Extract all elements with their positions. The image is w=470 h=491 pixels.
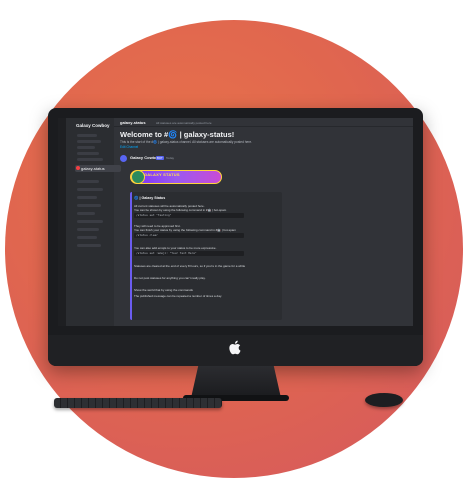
keyboard — [54, 398, 222, 408]
welcome-subtitle: This is the start of the #🌀 | galaxy-sta… — [120, 140, 253, 144]
embed-title: 🌀 | Galaxy Status — [134, 196, 166, 200]
channel-placeholder[interactable] — [77, 228, 99, 231]
channel-placeholder[interactable] — [77, 140, 101, 143]
channel-placeholder[interactable] — [77, 236, 97, 239]
bot-badge: BOT — [156, 155, 164, 160]
mouse — [365, 393, 403, 407]
avatar[interactable] — [120, 155, 127, 162]
embed-line: You can also add emojis to your status t… — [134, 246, 217, 250]
embed-line: Do not post statuses for anything you ca… — [134, 276, 206, 280]
embed-code: /status set :emoji: "Your Text Here" — [134, 251, 244, 256]
planet-icon — [131, 170, 145, 184]
header-topic: All statuses are automatically posted he… — [156, 120, 212, 125]
channel-placeholder[interactable] — [77, 146, 95, 149]
channel-placeholder[interactable] — [77, 188, 103, 191]
message-timestamp: Today — [166, 156, 175, 160]
sidebar-item-label: galaxy-status — [81, 166, 105, 171]
discord-window: Galaxy Cowboy galaxy-status galaxy-statu… — [58, 118, 413, 326]
header-channel-name: galaxy-status — [120, 120, 146, 125]
server-name[interactable]: Galaxy Cowboy — [76, 123, 110, 128]
chat-area: galaxy-status All statuses are automatic… — [114, 118, 413, 326]
embed-line: Show the world that by using the command… — [134, 288, 193, 292]
embed-code: /status set "Testing" — [134, 213, 244, 218]
galaxy-icon — [76, 166, 80, 170]
channel-placeholder[interactable] — [77, 244, 101, 247]
edit-channel-link[interactable]: Edit Channel — [120, 145, 138, 149]
embed-code: /status clear — [134, 233, 244, 238]
embed-footer: The published message can be repeated a … — [134, 294, 222, 298]
embed-line: Statuses are cleared at the end of every… — [134, 264, 246, 268]
channel-placeholder[interactable] — [77, 180, 99, 183]
channel-header: galaxy-status All statuses are automatic… — [114, 118, 413, 127]
server-rail — [58, 118, 66, 326]
channel-placeholder[interactable] — [77, 196, 97, 199]
channel-sidebar: Galaxy Cowboy galaxy-status — [66, 118, 121, 326]
embed-line: You can finish your status by using the … — [134, 228, 236, 232]
channel-placeholder[interactable] — [77, 220, 103, 223]
imac-stand — [191, 366, 281, 398]
channel-placeholder[interactable] — [77, 152, 99, 155]
banner-text: GALAXY STATUS — [144, 172, 180, 177]
channel-placeholder[interactable] — [77, 134, 97, 137]
apple-logo-icon — [229, 340, 241, 355]
channel-placeholder[interactable] — [77, 158, 103, 161]
channel-placeholder[interactable] — [77, 212, 95, 215]
welcome-title: Welcome to #🌀 | galaxy-status! — [120, 130, 235, 139]
channel-placeholder[interactable] — [77, 204, 101, 207]
embed-line: You can be shown by using the following … — [134, 208, 227, 212]
